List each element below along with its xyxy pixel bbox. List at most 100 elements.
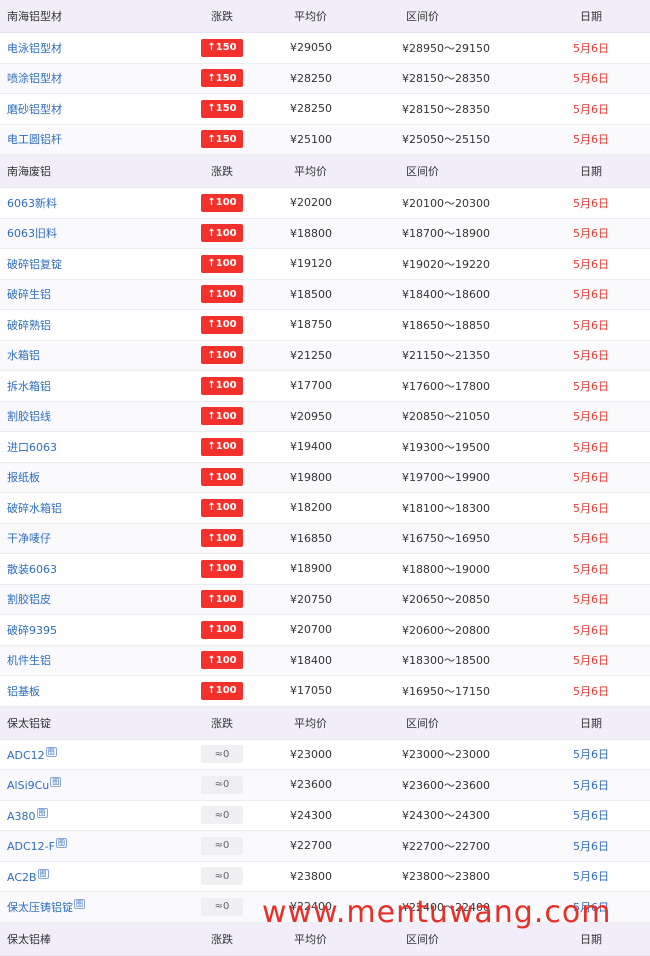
product-name[interactable]: 保太压铸铝锭 bbox=[7, 901, 73, 914]
product-name[interactable]: 破碎生铝 bbox=[7, 288, 51, 301]
avg-price: ¥21250 bbox=[290, 348, 332, 362]
product-name[interactable]: 铝基板 bbox=[7, 685, 40, 698]
product-link[interactable]: AC2B 图 bbox=[7, 868, 49, 884]
avg-price: ¥18500 bbox=[290, 287, 332, 301]
product-link[interactable]: ADC12-F 图 bbox=[7, 838, 67, 853]
chart-tag-icon[interactable]: 图 bbox=[45, 746, 57, 757]
product-link[interactable]: A380 图 bbox=[7, 807, 48, 823]
header-avg: 平均价 bbox=[294, 165, 327, 178]
product-name[interactable]: 拆水箱铝 bbox=[7, 380, 51, 393]
table-row: 破碎水箱铝 ↑100 ¥18200 ¥18100～18300 5月6日 bbox=[0, 493, 650, 524]
product-link[interactable]: 破碎水箱铝 bbox=[7, 502, 62, 515]
product-name[interactable]: 割胶铝皮 bbox=[7, 593, 51, 606]
product-name[interactable]: 机件生铝 bbox=[7, 654, 51, 667]
change-badge: ↑150 bbox=[201, 38, 243, 57]
chart-tag-icon[interactable]: 图 bbox=[55, 838, 67, 849]
product-name[interactable]: 喷涂铝型材 bbox=[7, 72, 62, 85]
product-name[interactable]: A380 bbox=[7, 810, 36, 823]
product-link[interactable]: 保太压铸铝锭图 bbox=[7, 899, 85, 914]
product-name[interactable]: 割胶铝线 bbox=[7, 410, 51, 423]
product-link[interactable]: AlSi9Cu 图 bbox=[7, 777, 62, 792]
product-name[interactable]: 散装6063 bbox=[7, 563, 57, 576]
product-name[interactable]: 破碎水箱铝 bbox=[7, 502, 62, 515]
product-name[interactable]: 6063旧料 bbox=[7, 227, 57, 240]
product-link[interactable]: ADC12 图 bbox=[7, 746, 57, 762]
product-name[interactable]: 进口6063 bbox=[7, 441, 57, 454]
price-range: ¥23000～23000 bbox=[402, 748, 490, 762]
table-row: 割胶铝线 ↑100 ¥20950 ¥20850～21050 5月6日 bbox=[0, 401, 650, 432]
product-link[interactable]: 干净唛仔 bbox=[7, 532, 51, 545]
header-date: 日期 bbox=[580, 716, 602, 730]
product-cell: ADC12-F 图 bbox=[0, 838, 172, 853]
date-cell: 5月6日 bbox=[573, 684, 609, 698]
product-link[interactable]: 6063新料 bbox=[7, 197, 57, 210]
product-link[interactable]: 报纸板 bbox=[7, 471, 40, 484]
chart-tag-icon[interactable]: 图 bbox=[50, 777, 62, 788]
product-link[interactable]: 机件生铝 bbox=[7, 654, 51, 667]
product-cell: AC2B 图 bbox=[0, 868, 172, 884]
change-cell: ↑100 bbox=[172, 498, 272, 517]
table-row: 机件生铝 ↑100 ¥18400 ¥18300～18500 5月6日 bbox=[0, 645, 650, 676]
product-link[interactable]: 破碎9395 bbox=[7, 624, 57, 637]
product-name[interactable]: 破碎铝复锭 bbox=[7, 258, 62, 271]
change-cell: ↑100 bbox=[172, 193, 272, 212]
change-badge: ↑100 bbox=[201, 590, 243, 609]
product-name[interactable]: 水箱铝 bbox=[7, 349, 40, 362]
product-name[interactable]: ADC12 bbox=[7, 749, 45, 762]
product-name[interactable]: 6063新料 bbox=[7, 197, 57, 210]
chart-tag-icon[interactable]: 图 bbox=[36, 807, 48, 818]
product-cell: AlSi9Cu 图 bbox=[0, 777, 172, 792]
product-name[interactable]: ADC12-F bbox=[7, 840, 55, 853]
product-link[interactable]: 进口6063 bbox=[7, 441, 57, 454]
date-cell: 5月6日 bbox=[573, 133, 609, 147]
price-range: ¥23800～23800 bbox=[402, 870, 490, 884]
product-name[interactable]: 磨砂铝型材 bbox=[7, 103, 62, 116]
product-cell: 破碎铝复锭 bbox=[0, 256, 172, 272]
product-name[interactable]: AlSi9Cu bbox=[7, 779, 49, 792]
product-link[interactable]: 拆水箱铝 bbox=[7, 380, 51, 393]
chart-tag-icon[interactable]: 图 bbox=[74, 899, 85, 910]
product-link[interactable]: 破碎生铝 bbox=[7, 288, 51, 301]
product-link[interactable]: 水箱铝 bbox=[7, 349, 40, 362]
product-link[interactable]: 破碎铝复锭 bbox=[7, 258, 62, 271]
price-range: ¥22700～22700 bbox=[402, 839, 490, 853]
product-cell: 报纸板 bbox=[0, 469, 172, 485]
product-name[interactable]: 电泳铝型材 bbox=[7, 42, 62, 55]
header-range: 区间价 bbox=[406, 932, 439, 946]
product-link[interactable]: 散装6063 bbox=[7, 563, 57, 576]
table-section: 保太铝锭 涨跌 平均价 区间价 日期 ADC12 图 ≈0 ¥23000 ¥23000～23000… bbox=[0, 706, 650, 923]
product-link[interactable]: 电工圆铝杆 bbox=[7, 133, 62, 146]
product-link[interactable]: 破碎熟铝 bbox=[7, 319, 51, 332]
price-range: ¥19300～19500 bbox=[402, 440, 490, 454]
table-row: 破碎9395 ↑100 ¥20700 ¥20600～20800 5月6日 bbox=[0, 615, 650, 646]
change-cell: ≈0 bbox=[172, 775, 272, 794]
date-cell: 5月6日 bbox=[573, 196, 609, 210]
product-name[interactable]: AC2B bbox=[7, 871, 37, 884]
header-date: 日期 bbox=[580, 10, 602, 23]
product-link[interactable]: 喷涂铝型材 bbox=[7, 72, 62, 85]
product-name[interactable]: 破碎熟铝 bbox=[7, 319, 51, 332]
date-cell: 5月6日 bbox=[573, 288, 609, 302]
product-link[interactable]: 割胶铝皮 bbox=[7, 593, 51, 606]
header-change: 涨跌 bbox=[211, 165, 233, 178]
product-link[interactable]: 电泳铝型材 bbox=[7, 42, 62, 55]
product-link[interactable]: 铝基板 bbox=[7, 685, 40, 698]
change-cell: ≈0 bbox=[172, 897, 272, 916]
change-cell: ↑100 bbox=[172, 224, 272, 243]
change-badge: ↑150 bbox=[201, 69, 243, 88]
table-row: 水箱铝 ↑100 ¥21250 ¥21150～21350 5月6日 bbox=[0, 340, 650, 371]
product-cell: 破碎水箱铝 bbox=[0, 500, 172, 516]
product-link[interactable]: 磨砂铝型材 bbox=[7, 103, 62, 116]
product-name[interactable]: 破碎9395 bbox=[7, 624, 57, 637]
product-name[interactable]: 干净唛仔 bbox=[7, 532, 51, 545]
price-range: ¥18400～18600 bbox=[402, 288, 490, 302]
product-link[interactable]: 6063旧料 bbox=[7, 227, 57, 240]
product-name[interactable]: 报纸板 bbox=[7, 471, 40, 484]
chart-tag-icon[interactable]: 图 bbox=[37, 868, 49, 879]
product-cell: ADC12 图 bbox=[0, 746, 172, 762]
change-badge: ↑100 bbox=[201, 468, 243, 487]
product-name[interactable]: 电工圆铝杆 bbox=[7, 133, 62, 146]
product-cell: 干净唛仔 bbox=[0, 530, 172, 546]
price-table: 南海铝型材 涨跌 平均价 区间价 日期 电泳铝型材 ↑150 ¥29050 ¥28950～291… bbox=[0, 0, 650, 956]
product-link[interactable]: 割胶铝线 bbox=[7, 410, 51, 423]
